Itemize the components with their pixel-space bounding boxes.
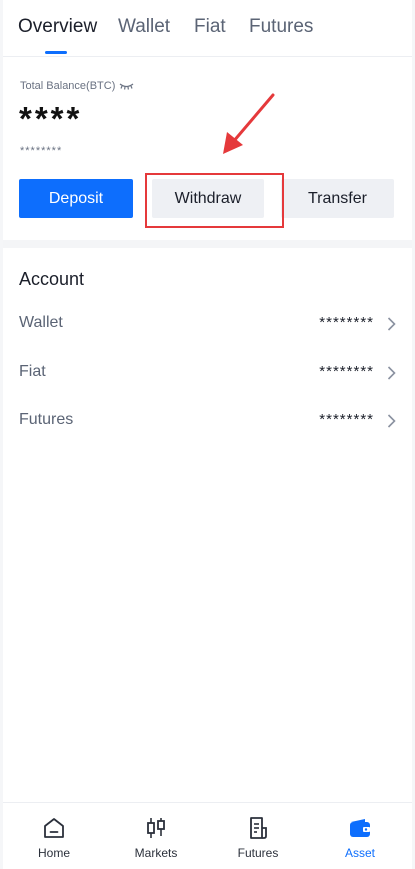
section-divider — [3, 240, 412, 248]
transfer-button[interactable]: Transfer — [281, 179, 394, 218]
account-row-futures[interactable]: Futures ******** — [3, 401, 412, 441]
tab-fiat[interactable]: Fiat — [194, 16, 226, 38]
nav-label: Home — [37, 846, 70, 860]
account-row-label: Futures — [19, 411, 74, 428]
account-row-value: ******** — [319, 363, 374, 380]
account-row-fiat[interactable]: Fiat ******** — [3, 353, 412, 393]
nav-home[interactable]: Home — [14, 803, 94, 869]
tab-bar: Overview Wallet Fiat Futures — [3, 0, 412, 56]
balance-fiat-value: ******** — [20, 145, 63, 157]
chevron-right-icon — [387, 317, 396, 331]
account-row-label: Wallet — [19, 314, 63, 331]
account-row-value: ******** — [319, 411, 374, 428]
deposit-button[interactable]: Deposit — [19, 179, 133, 218]
tab-overview[interactable]: Overview — [18, 16, 97, 38]
document-icon — [250, 817, 267, 839]
nav-label: Markets — [134, 846, 178, 860]
candlestick-icon — [147, 818, 165, 838]
balance-value: **** — [19, 100, 83, 137]
active-tab-indicator — [45, 51, 67, 54]
tab-wallet[interactable]: Wallet — [118, 16, 170, 38]
asset-screen: Overview Wallet Fiat Futures Total Balan… — [3, 0, 412, 869]
nav-label: Asset — [344, 846, 375, 860]
tab-futures[interactable]: Futures — [249, 16, 313, 38]
account-row-wallet[interactable]: Wallet ******** — [3, 304, 412, 344]
total-balance-label: Total Balance(BTC) — [20, 80, 134, 92]
bottom-navigation: Home Markets Futures Asset — [3, 802, 412, 869]
nav-asset[interactable]: Asset — [320, 803, 400, 869]
chevron-right-icon — [387, 366, 396, 380]
home-icon — [44, 818, 64, 838]
eye-closed-icon[interactable] — [119, 82, 134, 90]
nav-label: Futures — [237, 846, 279, 860]
wallet-icon — [350, 819, 370, 837]
account-row-label: Fiat — [19, 363, 46, 380]
nav-markets[interactable]: Markets — [116, 803, 196, 869]
chevron-right-icon — [387, 414, 396, 428]
nav-futures[interactable]: Futures — [218, 803, 298, 869]
annotation-arrow-icon — [223, 93, 275, 154]
divider — [3, 56, 412, 57]
highlight-annotation-box — [145, 173, 284, 228]
balance-label-text: Total Balance(BTC) — [20, 80, 116, 92]
account-section-title: Account — [19, 269, 85, 289]
account-row-value: ******** — [319, 314, 374, 331]
